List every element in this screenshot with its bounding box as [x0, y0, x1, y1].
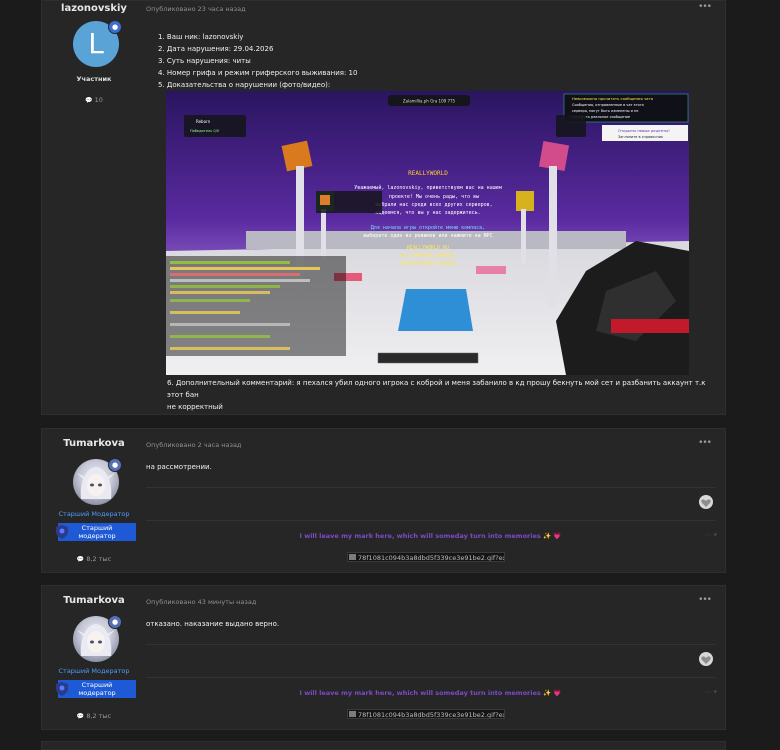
reputation-icon: 💬: [76, 556, 85, 563]
post-comment: 6. Дополнительный комментарий: я пехался…: [167, 377, 715, 413]
signature-text: I will leave my mark here, which will so…: [299, 689, 562, 697]
notice-line-4: надеемся, что вы у нас задержитесь.: [375, 210, 480, 216]
signature-divider: [146, 520, 715, 521]
role-badge-line-2: модератор: [78, 532, 116, 540]
chat-warning-line-3: сервера, могут быть изменены и не: [572, 109, 638, 113]
signature-divider: [146, 677, 715, 678]
post-content: на рассмотрении.: [146, 463, 212, 471]
content-line-grief-number: 4. Номер грифа и режим гриферского выжив…: [158, 69, 358, 77]
online-badge-icon: ●: [108, 20, 122, 34]
reputation: 💬 8,2 тыс: [42, 555, 146, 563]
heart-icon: [701, 499, 711, 507]
signature-options-icon[interactable]: ⋯ ▾: [704, 531, 717, 539]
author-column: Tumarkova ● Старший Модератор Старший мо…: [42, 586, 146, 729]
notice-line-6: выберите один из режимов или нажмите на …: [363, 232, 492, 239]
post-menu-button[interactable]: •••: [698, 438, 712, 448]
post-menu-button[interactable]: •••: [698, 595, 712, 605]
notice-line-5: Для начала игры откройте меню компаса,: [371, 225, 485, 231]
recipes-line-1: Открыты новые рецепты!: [618, 128, 670, 133]
role-badge-line-1: Старший: [81, 524, 113, 532]
react-heart-button[interactable]: [699, 495, 713, 509]
author-name[interactable]: Tumarkova: [42, 438, 146, 449]
role-badge: Старший модератор: [56, 523, 136, 541]
role-badge: Старший модератор: [56, 680, 136, 698]
author-role: Старший Модератор: [58, 510, 130, 518]
sign-line-3: YOUTUBE/REALLYWORLD: [399, 261, 456, 267]
avatar[interactable]: ●: [73, 615, 122, 662]
author-name[interactable]: Tumarkova: [42, 595, 146, 606]
signature-text: I will leave my mark here, which will so…: [299, 532, 562, 540]
evidence-screenshot[interactable]: REALLYWORLD Уважаемый, lazonovskiy, прив…: [166, 91, 689, 375]
reputation: 💬 8,2 тыс: [42, 712, 146, 720]
next-post-edge: [41, 741, 726, 750]
content-line-date: 2. Дата нарушения: 29.04.2026: [158, 45, 274, 53]
author-name[interactable]: lazonovskiy: [42, 3, 146, 14]
post-date[interactable]: Опубликовано 43 минуты назад: [146, 598, 256, 606]
author-column: Tumarkova ● Старший Модератор Старший мо…: [42, 429, 146, 572]
sign-line-2: VK.COM/REALLYWORLD: [401, 253, 455, 259]
reputation-count: 8,2 тыс: [86, 555, 112, 563]
signature-image-alt: 78f1081c094b3a8dbd5f339ce3e91be2.gif?ex=: [358, 554, 505, 562]
post-menu-button[interactable]: •••: [698, 2, 712, 12]
react-heart-button[interactable]: [699, 652, 713, 666]
top-pill-text: Zalamillia.ph Gra 109 775: [403, 99, 456, 104]
reputation-icon: 💬: [85, 97, 93, 104]
recipes-line-2: Загляните в справочник: [618, 135, 663, 139]
signature-image[interactable]: 78f1081c094b3a8dbd5f339ce3e91be2.gif?ex=: [347, 552, 505, 562]
broken-image-icon: [349, 711, 356, 717]
broken-image-icon: [349, 554, 356, 560]
left-panel-title: Reborn: [196, 119, 211, 124]
reputation: 💬 10: [42, 96, 146, 104]
author-role: Старший Модератор: [58, 667, 130, 675]
sign-line-1: REALLYWORLD.RU: [407, 245, 449, 251]
content-line-violation: 3. Суть нарушения: читы: [158, 57, 251, 65]
left-panel-line: Победитель 0/0: [190, 129, 219, 133]
content-line-evidence: 5. Доказательства о нарушении (фото/виде…: [158, 81, 331, 89]
heart-icon: [701, 656, 711, 664]
signature-options-icon[interactable]: ⋯ ▾: [704, 688, 717, 696]
post-date[interactable]: Опубликовано 2 часа назад: [146, 441, 241, 449]
role-badge-line-2: модератор: [78, 689, 116, 697]
signature-image[interactable]: 78f1081c094b3a8dbd5f339ce3e91be2.gif?ex=: [347, 709, 505, 719]
notice-title: REALLYWORLD: [408, 170, 448, 177]
reputation-count: 10: [94, 96, 103, 104]
content-divider: [146, 644, 715, 645]
online-badge-icon: ●: [108, 458, 122, 472]
role-badge-line-1: Старший: [81, 681, 113, 689]
online-badge-icon: ●: [108, 615, 122, 629]
post-1: lazonovskiy L ● Участник 💬 10 Опубликова…: [41, 0, 726, 415]
chat-warning-line-2: Сообщения, отправленные в чат этого: [572, 103, 644, 107]
game-scene: REALLYWORLD Уважаемый, lazonovskiy, прив…: [166, 91, 689, 375]
content-line-nick: 1. Ваш ник: lazonovskiy: [158, 33, 244, 41]
author-role: Участник: [76, 75, 112, 83]
post-3: Tumarkova ● Старший Модератор Старший мо…: [41, 585, 726, 730]
moderator-shield-icon: [56, 525, 68, 539]
post-2: Tumarkova ● Старший Модератор Старший мо…: [41, 428, 726, 573]
content-divider: [146, 487, 715, 488]
chat-warning-line-1: Невозможно прочитать сообщения чата: [572, 96, 653, 101]
reputation-count: 8,2 тыс: [86, 712, 112, 720]
post-content: 1. Ваш ник: lazonovskiy 2. Дата нарушени…: [158, 31, 357, 91]
post-date[interactable]: Опубликовано 23 часа назад: [146, 5, 246, 13]
moderator-shield-icon: [56, 682, 68, 696]
avatar[interactable]: L ●: [73, 20, 122, 67]
notice-line-1: Уважаемый, lazonovskiy, приветствуем вас…: [354, 185, 502, 191]
comment-line-1: 6. Дополнительный комментарий: я пехался…: [167, 379, 706, 399]
reputation-icon: 💬: [76, 713, 85, 720]
comment-line-2: не корректный: [167, 403, 223, 411]
author-column: lazonovskiy L ● Участник 💬 10: [42, 1, 146, 414]
avatar[interactable]: ●: [73, 458, 122, 505]
post-content: отказано. наказание выдано верно.: [146, 620, 280, 628]
signature-image-alt: 78f1081c094b3a8dbd5f339ce3e91be2.gif?ex=: [358, 711, 505, 719]
notice-line-3: выбрали нас среди всех других серверов,: [375, 201, 492, 208]
notice-line-2: проекте! Мы очень рады, что вы: [389, 194, 479, 200]
